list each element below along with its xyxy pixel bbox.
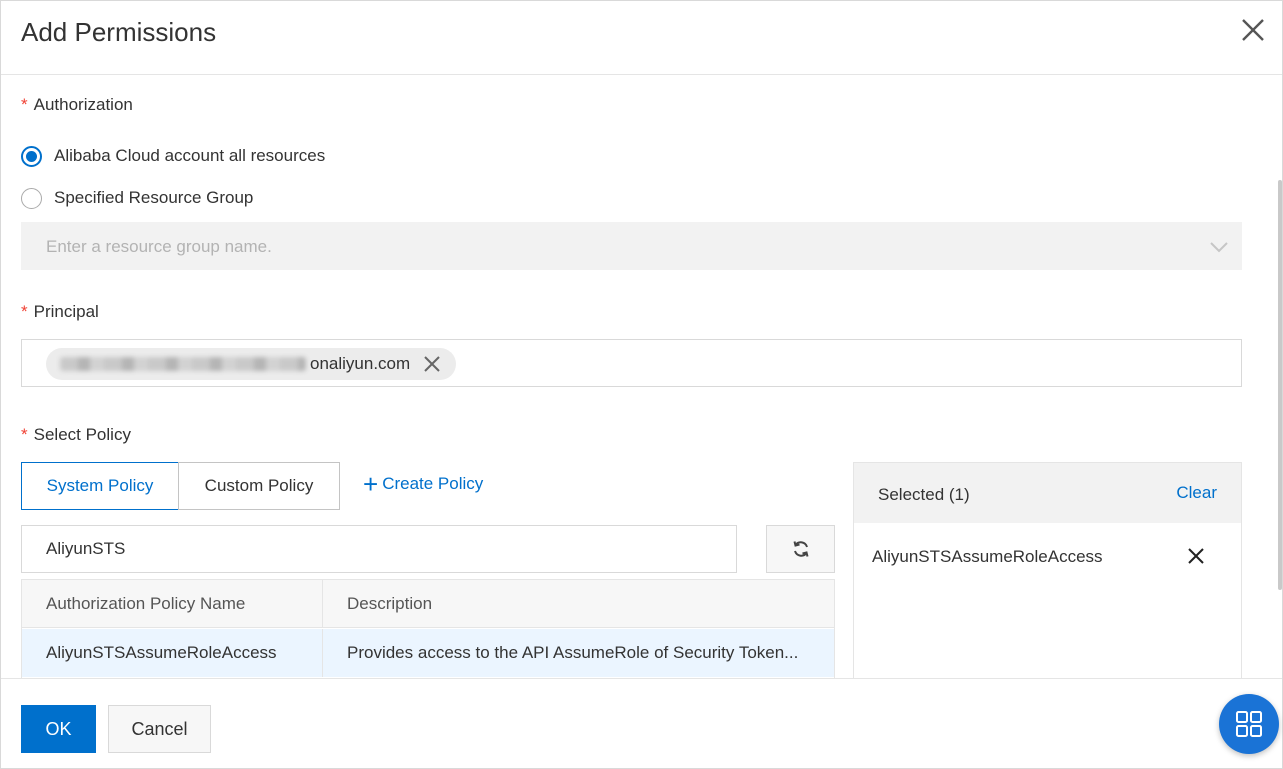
required-mark: * [21, 302, 28, 321]
plus-icon: + [363, 469, 379, 499]
principal-label: * Principal [21, 302, 99, 322]
required-mark: * [21, 95, 28, 114]
refresh-button[interactable] [766, 525, 835, 573]
dialog-title: Add Permissions [21, 17, 217, 47]
scrollbar[interactable] [1278, 180, 1282, 590]
dialog-footer: OK Cancel [1, 678, 1282, 768]
dialog-header: Add Permissions [1, 1, 1282, 75]
required-mark: * [21, 425, 28, 444]
refresh-icon [793, 541, 808, 557]
principal-input[interactable]: onaliyun.com [21, 339, 1242, 387]
create-policy-link[interactable]: + Create Policy [363, 469, 484, 499]
cancel-button[interactable]: Cancel [108, 705, 211, 753]
close-icon [1242, 19, 1264, 41]
selected-panel: Selected (1) Clear AliyunSTSAssumeRoleAc… [853, 462, 1242, 678]
radio-label: Specified Resource Group [54, 188, 254, 207]
close-button[interactable] [1238, 15, 1268, 45]
authorization-label-text: Authorization [33, 95, 133, 114]
dialog-body: * Authorization Alibaba Cloud account all… [1, 76, 1282, 678]
tab-custom-policy[interactable]: Custom Policy [178, 462, 340, 510]
policy-description-cell: Provides access to the API AssumeRole of… [347, 643, 799, 662]
floating-menu-button[interactable] [1219, 694, 1279, 754]
redacted-account-name [60, 357, 306, 371]
radio-all-resources[interactable]: Alibaba Cloud account all resources [21, 144, 325, 168]
select-policy-label: * Select Policy [21, 425, 131, 445]
select-policy-label-text: Select Policy [33, 425, 131, 444]
table-header: Authorization Policy Name Description [22, 580, 834, 628]
policy-name-cell: AliyunSTSAssumeRoleAccess [22, 629, 323, 677]
column-header-policy-name: Authorization Policy Name [22, 580, 323, 628]
tab-system-policy[interactable]: System Policy [21, 462, 179, 510]
resource-group-select[interactable]: Enter a resource group name. [21, 222, 1242, 270]
radio-resource-group[interactable]: Specified Resource Group [21, 186, 253, 210]
radio-label: Alibaba Cloud account all resources [54, 146, 326, 165]
add-permissions-dialog: Add Permissions * Authorization Alibaba C… [0, 0, 1283, 769]
principal-tag-suffix: onaliyun.com [310, 354, 411, 373]
column-header-description: Description [347, 594, 433, 613]
table-row[interactable]: AliyunSTSAssumeRoleAccess Provides acces… [22, 629, 834, 677]
resource-group-placeholder: Enter a resource group name. [46, 237, 272, 256]
chevron-down-icon [1210, 242, 1228, 253]
principal-tag: onaliyun.com [46, 348, 457, 380]
policy-table: Authorization Policy Name Description Al… [21, 579, 835, 678]
selected-count-title: Selected (1) [878, 485, 970, 504]
selected-panel-header: Selected (1) Clear [854, 463, 1241, 523]
create-policy-label: Create Policy [382, 474, 484, 493]
remove-selected-icon[interactable] [1185, 545, 1207, 567]
principal-label-text: Principal [33, 302, 99, 321]
selected-item: AliyunSTSAssumeRoleAccess [872, 547, 1103, 566]
clear-button[interactable]: Clear [1176, 483, 1217, 503]
ok-button[interactable]: OK [21, 705, 96, 753]
radio-button-checked[interactable] [21, 145, 42, 167]
policy-search-input[interactable] [21, 525, 737, 573]
remove-tag-icon[interactable] [422, 354, 442, 374]
grid-icon [1236, 711, 1262, 737]
radio-button[interactable] [21, 187, 42, 209]
authorization-label: * Authorization [21, 95, 133, 115]
